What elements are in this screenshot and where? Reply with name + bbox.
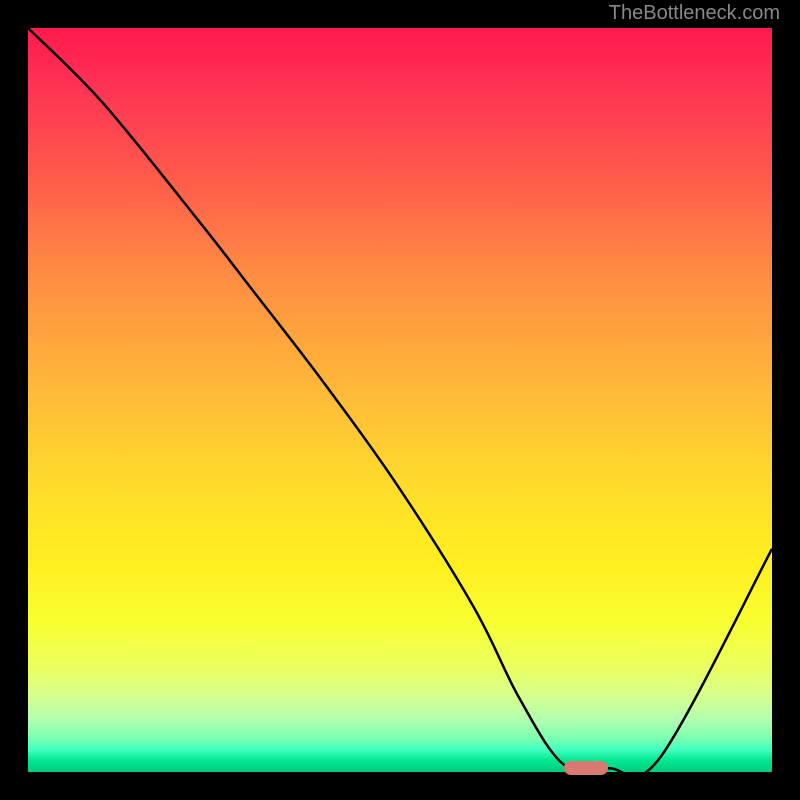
optimal-marker bbox=[564, 761, 609, 775]
bottleneck-curve bbox=[28, 28, 772, 772]
plot-area bbox=[28, 28, 772, 772]
watermark-text: TheBottleneck.com bbox=[609, 2, 780, 25]
